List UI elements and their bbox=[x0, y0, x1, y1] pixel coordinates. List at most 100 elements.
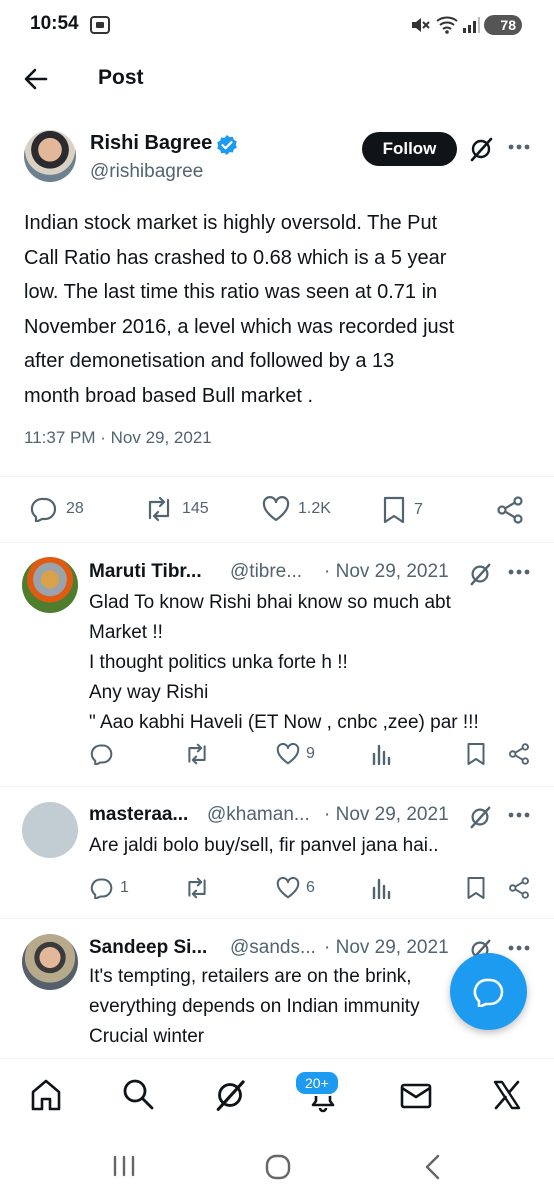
notifications-badge: 20+ bbox=[294, 1070, 340, 1096]
reply-text-line: Glad To know Rishi bhai know so much abt bbox=[89, 592, 451, 613]
reply-count: 28 bbox=[66, 500, 84, 517]
repost-count: 145 bbox=[182, 500, 209, 517]
screen-record-icon bbox=[90, 16, 110, 34]
grok-icon[interactable] bbox=[468, 136, 494, 162]
reply-text: It's tempting, retailers are on the brin… bbox=[89, 962, 420, 1052]
like-count: 9 bbox=[306, 745, 315, 762]
divider bbox=[0, 786, 554, 787]
author-avatar[interactable] bbox=[24, 130, 76, 182]
tweet-text-line: low. The last time this ratio was seen a… bbox=[24, 281, 438, 303]
reply-text: Are jaldi bolo buy/sell, fir panvel jana… bbox=[89, 831, 439, 861]
reply-author-name[interactable]: masteraa... bbox=[89, 804, 188, 826]
repost-icon[interactable] bbox=[184, 877, 210, 899]
reply-avatar[interactable] bbox=[22, 934, 78, 990]
tweet-text-line: Call Ratio has crashed to 0.68 which is … bbox=[24, 246, 447, 269]
grok-icon[interactable] bbox=[213, 1078, 247, 1112]
reply-stat[interactable]: 1 bbox=[90, 877, 129, 899]
reply-text-line: Crucial winter bbox=[89, 1026, 205, 1047]
reply-text-line: Any way Rishi bbox=[89, 682, 209, 703]
reply-author-name[interactable]: Maruti Tibr... bbox=[89, 561, 202, 583]
more-options-icon[interactable] bbox=[508, 945, 530, 951]
bookmark-stat[interactable]: 7 bbox=[382, 496, 423, 524]
home-icon[interactable] bbox=[30, 1078, 62, 1112]
divider bbox=[0, 542, 554, 543]
messages-envelope-icon[interactable] bbox=[400, 1083, 432, 1109]
share-icon[interactable] bbox=[496, 496, 524, 524]
bookmark-icon bbox=[383, 496, 405, 524]
tweet-text-line: month broad based Bull market . bbox=[24, 384, 314, 407]
reply-author-handle[interactable]: @tibre... bbox=[230, 561, 302, 583]
views-icon[interactable] bbox=[372, 877, 392, 899]
wifi-icon bbox=[436, 16, 458, 34]
repost-stat[interactable]: 145 bbox=[144, 496, 209, 522]
reply-text-line: Are jaldi bolo buy/sell, fir panvel jana… bbox=[89, 835, 439, 856]
status-time: 10:54 bbox=[30, 13, 79, 34]
mute-icon bbox=[412, 18, 430, 32]
reply-avatar[interactable] bbox=[22, 557, 78, 613]
follow-button[interactable]: Follow bbox=[362, 132, 457, 166]
bookmark-count: 7 bbox=[414, 501, 423, 518]
views-icon[interactable] bbox=[372, 743, 392, 765]
more-options-icon[interactable] bbox=[508, 812, 530, 818]
reply-icon bbox=[90, 878, 113, 899]
reply-text-line: Market !! bbox=[89, 622, 163, 643]
divider bbox=[0, 476, 554, 477]
reply-date[interactable]: · Nov 29, 2021 bbox=[324, 804, 449, 826]
search-icon[interactable] bbox=[122, 1078, 154, 1110]
bookmark-icon[interactable] bbox=[466, 742, 486, 766]
verified-badge-icon bbox=[217, 135, 237, 155]
bookmark-icon[interactable] bbox=[466, 876, 486, 900]
recent-apps-icon[interactable] bbox=[112, 1155, 136, 1177]
repost-icon[interactable] bbox=[184, 743, 210, 765]
author-name[interactable]: Rishi Bagree bbox=[90, 132, 212, 155]
reply-count: 1 bbox=[120, 879, 129, 896]
x-logo-icon[interactable] bbox=[492, 1080, 522, 1110]
like-stat[interactable]: 9 bbox=[276, 743, 315, 765]
reply-author-handle[interactable]: @sands... bbox=[230, 937, 316, 959]
tweet-text: Indian stock market is highly oversold. … bbox=[24, 206, 540, 413]
reply-icon bbox=[30, 497, 57, 522]
battery-indicator: 78 bbox=[484, 15, 522, 35]
heart-icon bbox=[276, 877, 300, 899]
bottom-tab-bar bbox=[0, 1058, 554, 1139]
tweet-text-line: after demonetisation and followed by a 1… bbox=[24, 350, 395, 372]
like-stat[interactable]: 1.2K bbox=[262, 496, 331, 522]
grok-icon[interactable] bbox=[468, 562, 492, 586]
tweet-timestamp[interactable]: 11:37 PM · Nov 29, 2021 bbox=[24, 428, 212, 448]
heart-icon bbox=[276, 743, 300, 765]
tweet-text-line: November 2016, a level which was recorde… bbox=[24, 315, 455, 338]
reply-date[interactable]: · Nov 29, 2021 bbox=[324, 561, 449, 583]
reply-author-name[interactable]: Sandeep Si... bbox=[89, 937, 207, 959]
back-button-icon[interactable] bbox=[424, 1154, 442, 1180]
like-stat[interactable]: 6 bbox=[276, 877, 315, 899]
heart-icon bbox=[262, 496, 290, 522]
reply-icon[interactable] bbox=[90, 743, 114, 765]
reply-date[interactable]: · Nov 29, 2021 bbox=[324, 937, 449, 959]
home-button-icon[interactable] bbox=[265, 1154, 291, 1180]
page-title: Post bbox=[98, 66, 144, 89]
reply-avatar[interactable] bbox=[22, 802, 78, 858]
grok-icon[interactable] bbox=[468, 805, 492, 829]
like-count: 1.2K bbox=[298, 500, 331, 517]
chat-fab-button[interactable] bbox=[450, 953, 527, 1030]
divider bbox=[0, 918, 554, 919]
reply-text-line: " Aao kabhi Haveli (ET Now , cnbc ,zee) … bbox=[89, 712, 479, 733]
reply-text-line: It's tempting, retailers are on the brin… bbox=[89, 966, 412, 987]
signal-icon bbox=[463, 17, 480, 33]
reply-text-line: I thought politics unka forte h !! bbox=[89, 652, 348, 673]
back-arrow-icon[interactable] bbox=[24, 68, 48, 90]
like-count: 6 bbox=[306, 879, 315, 896]
status-bar: 10:54 78 bbox=[0, 0, 554, 44]
chat-bubble-icon bbox=[473, 978, 504, 1007]
more-options-icon[interactable] bbox=[508, 144, 530, 150]
share-icon[interactable] bbox=[508, 743, 530, 765]
repost-icon bbox=[148, 496, 170, 522]
more-options-icon[interactable] bbox=[508, 569, 530, 575]
author-handle[interactable]: @rishibagree bbox=[90, 161, 203, 183]
reply-text-line: everything depends on Indian immunity bbox=[89, 996, 420, 1017]
share-icon[interactable] bbox=[508, 877, 530, 899]
reply-author-handle[interactable]: @khaman... bbox=[207, 804, 310, 826]
reply-text: Glad To know Rishi bhai know so much abt… bbox=[89, 588, 479, 738]
reply-stat[interactable]: 28 bbox=[30, 496, 84, 522]
tweet-text-line: Indian stock market is highly oversold. … bbox=[24, 212, 438, 234]
